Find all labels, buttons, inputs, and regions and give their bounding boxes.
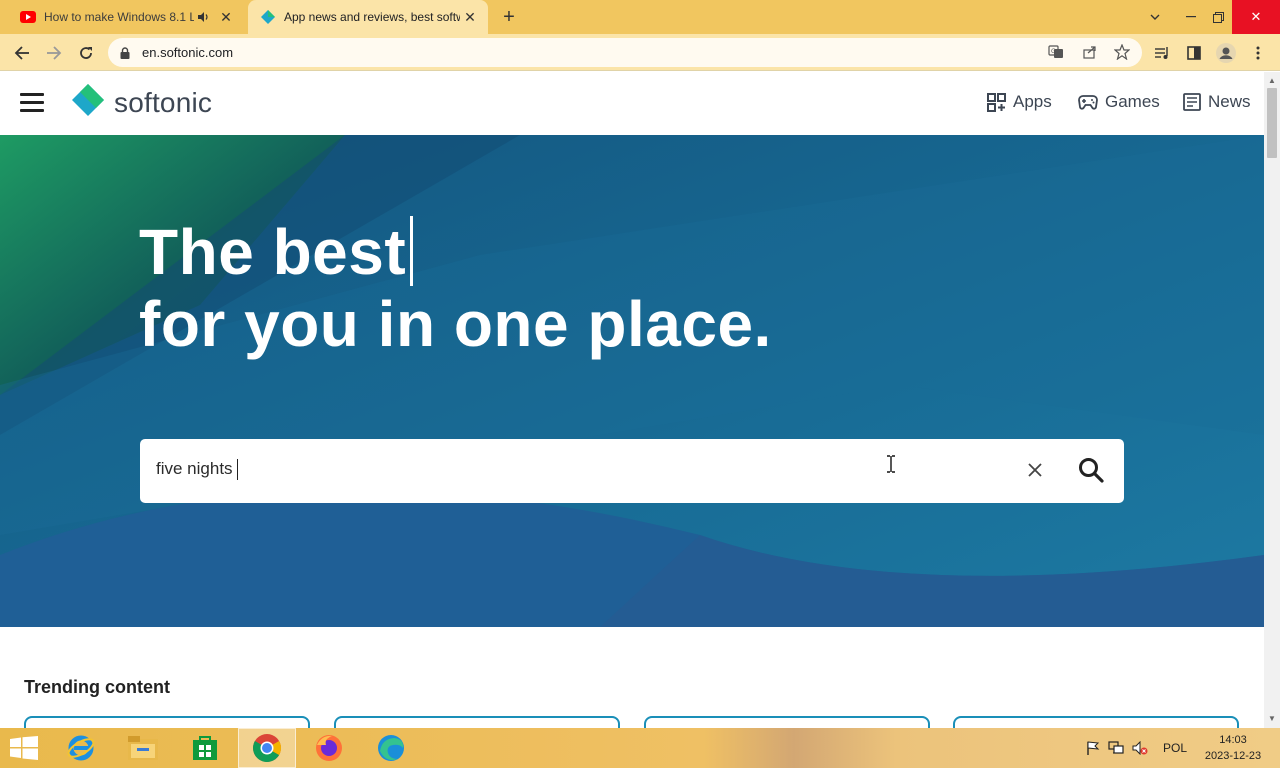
url-text: en.softonic.com [142, 45, 234, 60]
windows-store-icon[interactable] [176, 728, 234, 768]
tab-search-icon[interactable] [1140, 0, 1170, 34]
address-bar[interactable]: en.softonic.com G [108, 38, 1142, 67]
nav-apps[interactable]: Apps [987, 92, 1052, 112]
internet-explorer-icon[interactable] [52, 728, 110, 768]
svg-text:G: G [1051, 48, 1056, 55]
tab-title: App news and reviews, best softw [284, 10, 460, 24]
browser-tab-strip: How to make Windows 8.1 L ✕ App news and… [0, 0, 1280, 34]
nav-apps-label: Apps [1013, 92, 1052, 111]
menu-dots-icon[interactable] [1246, 41, 1270, 65]
tab-softonic[interactable]: App news and reviews, best softw ✕ [248, 0, 488, 34]
lock-icon[interactable] [120, 46, 130, 64]
clear-search-icon[interactable] [1024, 459, 1046, 481]
page-scrollbar[interactable]: ▲ ▼ [1264, 72, 1280, 728]
softonic-logo-icon [72, 84, 104, 116]
close-tab-icon[interactable]: ✕ [216, 7, 236, 27]
search-box[interactable] [140, 439, 1124, 503]
hero-background [0, 135, 1264, 627]
close-tab-icon[interactable]: ✕ [460, 7, 480, 27]
speaker-muted-icon[interactable] [1132, 728, 1148, 768]
grid-icon [987, 92, 1006, 112]
action-center-flag-icon[interactable] [1086, 728, 1100, 768]
scroll-up-icon[interactable]: ▲ [1268, 76, 1276, 85]
windows-taskbar: POL 14:03 2023-12-23 [0, 728, 1280, 768]
minimize-button[interactable] [1176, 0, 1206, 34]
network-icon[interactable] [1108, 728, 1124, 768]
search-input[interactable] [156, 459, 856, 479]
side-panel-icon[interactable] [1182, 41, 1206, 65]
firefox-icon[interactable] [300, 728, 358, 768]
media-control-icon[interactable] [1150, 41, 1174, 65]
scrollbar-thumb[interactable] [1267, 88, 1277, 158]
softonic-icon [260, 9, 276, 25]
hamburger-menu-icon[interactable] [20, 93, 44, 113]
back-icon[interactable] [10, 41, 34, 65]
forward-icon[interactable] [42, 41, 66, 65]
nav-games[interactable]: Games [1078, 92, 1160, 112]
typing-caret [410, 216, 414, 286]
newspaper-icon [1183, 93, 1201, 111]
browser-toolbar: en.softonic.com G [0, 34, 1280, 71]
input-language-indicator[interactable]: POL [1163, 728, 1187, 768]
chrome-icon[interactable] [238, 728, 296, 768]
speaker-icon[interactable] [194, 8, 212, 26]
reload-icon[interactable] [74, 41, 98, 65]
text-cursor [237, 459, 238, 480]
bookmark-star-icon[interactable] [1113, 43, 1131, 65]
softonic-logo[interactable]: softonic [70, 82, 212, 124]
mouse-ibeam-cursor-icon [887, 455, 895, 473]
translate-icon[interactable]: G [1048, 44, 1064, 65]
tab-title: How to make Windows 8.1 L [44, 10, 194, 24]
edge-icon[interactable] [362, 728, 420, 768]
clock-date: 2023-12-23 [1204, 750, 1262, 762]
system-clock[interactable]: 14:03 2023-12-23 [1198, 732, 1268, 764]
tab-youtube[interactable]: How to make Windows 8.1 L ✕ [0, 0, 246, 34]
windows-start-icon[interactable] [10, 736, 38, 765]
nav-news[interactable]: News [1183, 92, 1251, 112]
logo-text: softonic [114, 87, 213, 118]
hero-line1-text: The best [139, 216, 407, 288]
close-window-button[interactable]: ✕ [1232, 0, 1280, 34]
restore-button[interactable] [1203, 0, 1233, 34]
new-tab-button[interactable]: + [498, 7, 520, 29]
hero-headline-line1: The best [139, 215, 414, 289]
gamepad-icon [1078, 95, 1098, 110]
profile-icon[interactable] [1214, 41, 1238, 65]
youtube-icon [20, 9, 36, 25]
nav-games-label: Games [1105, 92, 1160, 111]
scroll-down-icon[interactable]: ▼ [1268, 714, 1276, 723]
search-icon[interactable] [1076, 455, 1106, 485]
nav-news-label: News [1208, 92, 1251, 111]
share-icon[interactable] [1082, 44, 1098, 65]
hero-banner: The best for you in one place. [0, 135, 1264, 627]
file-explorer-icon[interactable] [114, 728, 172, 768]
trending-content-heading: Trending content [24, 677, 170, 697]
site-header: softonic Apps Games News [0, 72, 1264, 135]
hero-headline-line2: for you in one place. [139, 288, 772, 360]
clock-time: 14:03 [1219, 734, 1247, 746]
